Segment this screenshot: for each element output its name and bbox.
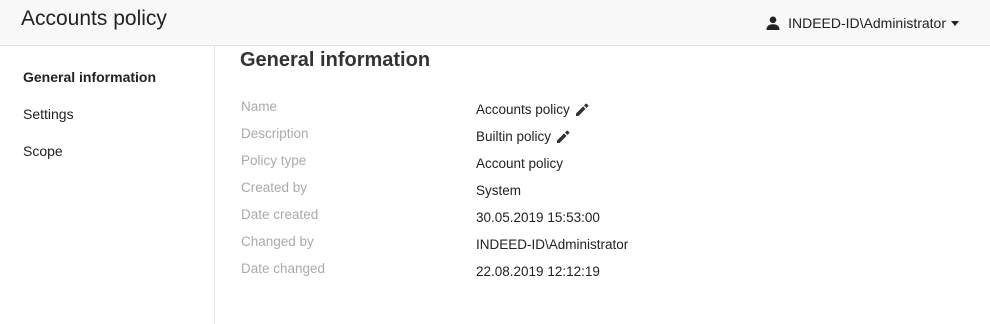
field-row-name: Name Accounts policy [241, 99, 941, 122]
field-row-changed-by: Changed by INDEED-ID\Administrator [241, 234, 941, 257]
app-header: Accounts policy INDEED-ID\Administrator [0, 0, 990, 46]
field-row-created-by: Created by System [241, 180, 941, 203]
pencil-icon[interactable] [575, 103, 589, 117]
section-title: General information [240, 49, 431, 71]
field-row-description: Description Builtin policy [241, 126, 941, 149]
sidebar-item-settings[interactable]: Settings [23, 106, 74, 122]
field-label: Created by [241, 180, 308, 195]
user-name: INDEED-ID\Administrator [788, 15, 946, 31]
field-row-policy-type: Policy type Account policy [241, 153, 941, 176]
field-value: Builtin policy [476, 129, 570, 144]
field-row-date-created: Date created 30.05.2019 15:53:00 [241, 207, 941, 230]
changed-by-value: INDEED-ID\Administrator [476, 237, 629, 252]
field-label: Date created [241, 207, 319, 222]
user-icon [766, 16, 780, 30]
field-value: Accounts policy [476, 102, 589, 117]
description-value: Builtin policy [476, 129, 552, 144]
field-row-date-changed: Date changed 22.08.2019 12:12:19 [241, 261, 941, 284]
user-menu[interactable]: INDEED-ID\Administrator [766, 15, 959, 31]
field-label: Date changed [241, 261, 326, 276]
field-label: Description [241, 126, 309, 141]
policy-type-value: Account policy [476, 156, 564, 171]
field-label: Name [241, 99, 278, 114]
caret-down-icon [951, 21, 959, 26]
date-created-value: 30.05.2019 15:53:00 [476, 210, 600, 225]
pencil-icon[interactable] [556, 130, 570, 144]
field-label: Policy type [241, 153, 307, 168]
sidebar-item-scope[interactable]: Scope [23, 143, 63, 159]
name-value: Accounts policy [476, 102, 570, 117]
sidebar-item-general-information[interactable]: General information [23, 69, 156, 85]
main-content: General information Name Accounts policy… [216, 46, 990, 324]
sidebar: General information Settings Scope [0, 46, 215, 324]
field-label: Changed by [241, 234, 314, 249]
page-title: Accounts policy [21, 7, 167, 30]
created-by-value: System [476, 183, 522, 198]
date-changed-value: 22.08.2019 12:12:19 [476, 264, 600, 279]
